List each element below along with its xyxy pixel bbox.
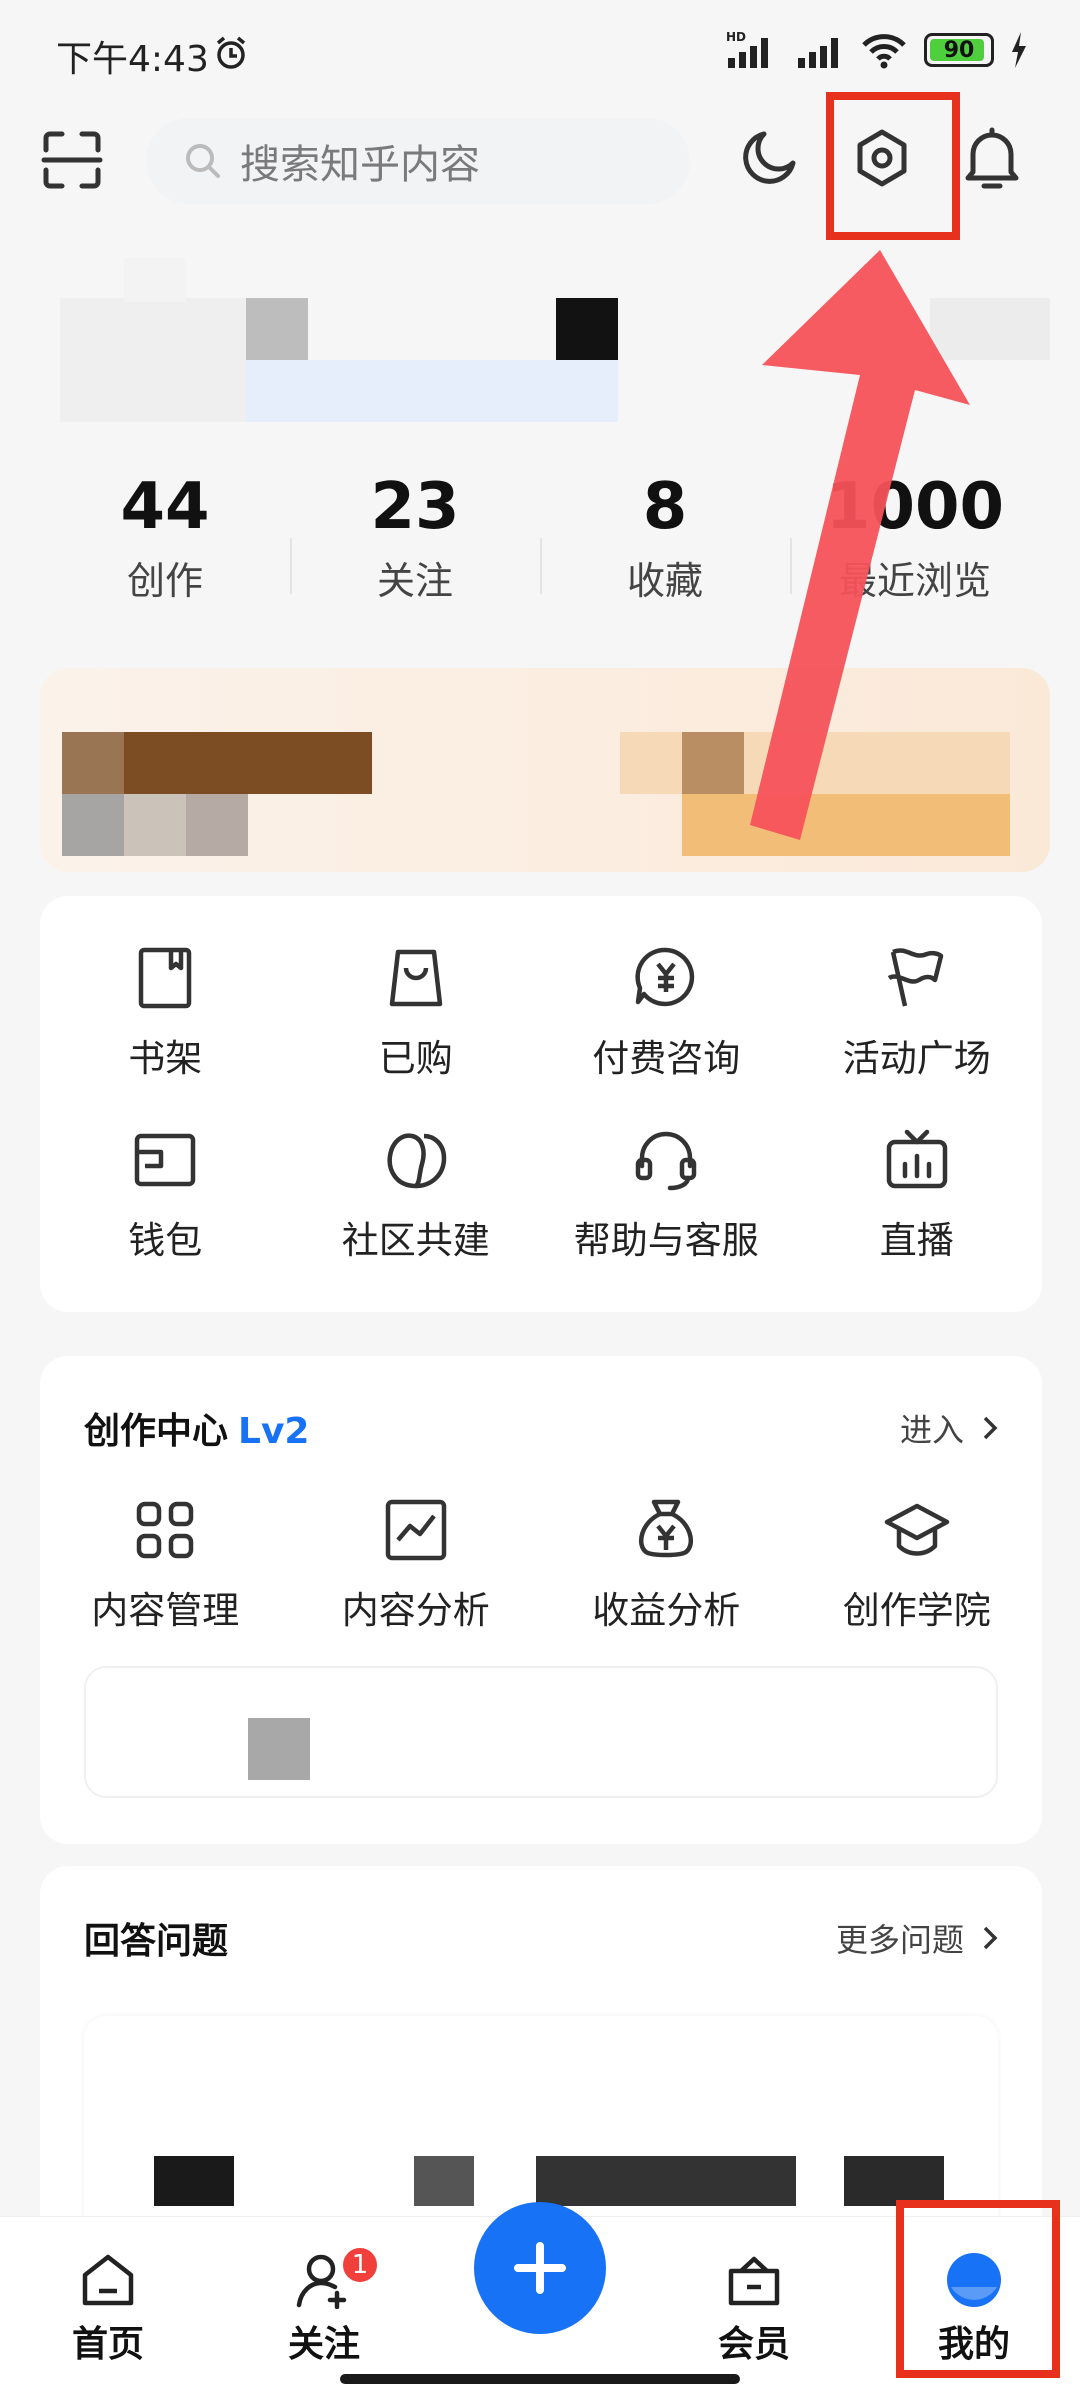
alarm-icon [216,36,246,69]
creation-item-label: 收益分析 [592,1589,741,1632]
nav-follow[interactable]: 1 关注 [244,2245,404,2367]
stat-following[interactable]: 23 关注 [290,470,540,605]
tool-live[interactable]: 直播 [792,1126,1043,1264]
profile-highlight-box [896,2200,1060,2378]
tool-purchased[interactable]: 已购 [291,944,542,1082]
bell-icon [965,127,1019,189]
scan-icon [41,131,103,189]
tool-label: 书架 [128,1037,203,1080]
search-input[interactable]: 搜索知乎内容 [146,118,690,204]
tool-community[interactable]: 社区共建 [291,1126,542,1264]
creation-content-analysis[interactable]: 内容分析 [291,1496,542,1634]
scan-button[interactable] [40,128,104,192]
creation-center-card: 创作中心 Lv2 进入 内容管理 内容分析 收益分析 创作学院 [40,1356,1042,1844]
tools-card: 书架 已购 付费咨询 活动广场 钱包 社区共建 帮助与客服 直播 [40,896,1042,1312]
creation-income-analysis[interactable]: 收益分析 [541,1496,792,1634]
battery-level: 90 [943,37,975,63]
tool-label: 直播 [879,1219,954,1262]
creation-item-label: 创作学院 [842,1589,991,1632]
creation-center-title: 创作中心 Lv2 [84,1402,309,1454]
chart-icon [385,1499,446,1561]
answer-questions-title: 回答问题 [84,1921,229,1962]
search-placeholder: 搜索知乎内容 [240,142,480,188]
username-bar [246,360,618,422]
nav-home[interactable]: 首页 [28,2251,188,2367]
avatar-top [124,258,186,302]
tool-label: 付费咨询 [592,1037,741,1080]
vip-icon [728,2256,780,2306]
creation-academy[interactable]: 创作学院 [792,1496,1043,1634]
notifications-button[interactable] [956,122,1028,194]
chevron-right-icon [983,1926,998,1950]
avatar[interactable] [60,298,246,422]
tool-wallet[interactable]: 钱包 [40,1126,291,1264]
chevron-right-icon [983,1416,998,1440]
money-bag-icon [639,1499,694,1558]
tool-label: 钱包 [128,1219,203,1262]
graduation-cap-icon [884,1503,949,1556]
flag-icon [887,948,943,1007]
tool-label: 帮助与客服 [573,1219,759,1262]
settings-highlight-box [826,92,960,240]
battery-indicator: 90 [924,33,994,67]
creation-task-banner[interactable] [84,1666,998,1798]
answer-questions-card: 回答问题 更多问题 [40,1866,1042,2246]
tool-activities[interactable]: 活动广场 [792,944,1043,1082]
signal-icon: HD [726,30,768,68]
nav-vip[interactable]: 会员 [674,2251,834,2367]
username-block [246,298,308,360]
stat-value: 23 [370,470,460,544]
creation-level-badge: Lv2 [238,1411,310,1452]
charging-icon [1012,32,1026,68]
wallet-icon [135,1133,196,1187]
nav-label: 首页 [71,2324,144,2365]
tv-icon [886,1129,947,1189]
enter-label: 进入 [899,1411,964,1449]
stat-value: 44 [120,470,210,544]
stat-label: 关注 [376,559,453,603]
plus-icon [514,2242,566,2294]
network-label: HD [726,30,746,44]
night-mode-icon [743,131,796,184]
community-icon [387,1133,446,1189]
username-mark [556,298,618,360]
bookshelf-icon [139,947,192,1009]
create-fab-button[interactable] [474,2202,606,2334]
home-indicator [340,2374,740,2384]
tool-label: 活动广场 [842,1037,991,1080]
creation-item-label: 内容分析 [341,1589,490,1632]
stat-creations[interactable]: 44 创作 [40,470,290,605]
tool-bookshelf[interactable]: 书架 [40,944,291,1082]
tool-label: 社区共建 [341,1219,490,1262]
red-arrow-annotation [750,250,970,840]
night-mode-button[interactable] [733,122,805,194]
creation-content-manage[interactable]: 内容管理 [40,1496,291,1634]
notification-badge: 1 [340,2245,380,2285]
headset-icon [636,1131,697,1191]
signal2-icon [798,38,838,68]
creation-item-label: 内容管理 [91,1589,240,1632]
tool-help[interactable]: 帮助与客服 [541,1126,792,1264]
wifi-icon [862,34,906,69]
nav-label: 关注 [287,2324,360,2365]
home-icon [82,2254,134,2306]
creation-center-label: 创作中心 [84,1411,229,1452]
status-icons: HD 90 [726,30,1028,70]
more-questions-link[interactable]: 更多问题 [836,1915,998,1961]
paid-consult-icon [635,947,695,1007]
more-label: 更多问题 [835,1921,964,1959]
shopping-bag-icon [389,949,442,1007]
grid-icon [137,1501,194,1559]
creation-center-enter-link[interactable]: 进入 [900,1405,998,1451]
status-time: 下午4:43 [56,39,209,80]
stat-label: 创作 [126,559,203,603]
tool-label: 已购 [378,1037,453,1080]
tool-paid-consult[interactable]: 付费咨询 [541,944,792,1082]
nav-label: 会员 [717,2324,790,2365]
search-icon [186,144,220,178]
